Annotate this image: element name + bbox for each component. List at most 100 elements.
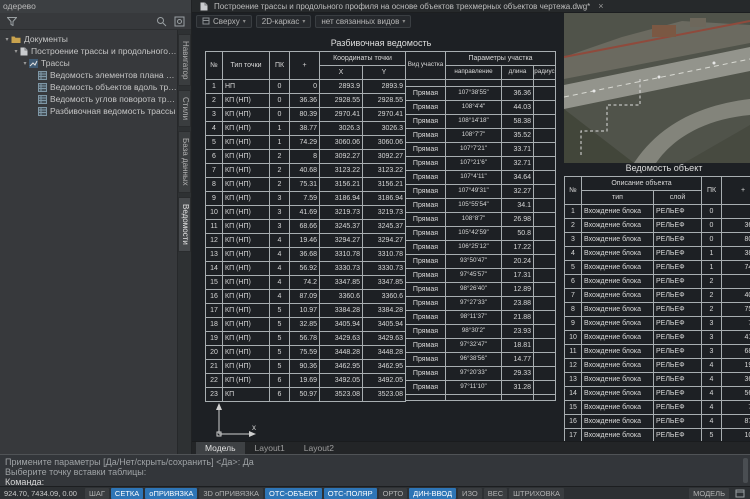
document-icon [20,47,28,56]
col-header-descr: Описание объекта [582,177,702,191]
stakeout-segment-cell: 36.36 [502,87,534,101]
stakeout-cell: КП (НП) [223,346,270,360]
model-space-button[interactable]: МОДЕЛЬ [689,488,729,499]
objects-cell: Вхождение блока [582,275,654,289]
status-toggle-8[interactable]: ИЗО [458,488,482,499]
stakeout-cell: КП (НП) [223,178,270,192]
stakeout-cell: 11 [206,220,223,234]
layout-tab-2[interactable]: Layout2 [295,442,343,454]
stakeout-segment-cell [534,157,556,171]
stakeout-segment-cell: 97°45'57" [446,269,502,283]
objects-cell: Вхождение блока [582,205,654,219]
command-history: Примените параметры [Да/Нет/скрыть/сохра… [5,457,745,477]
linked-views-label: нет связанных видов [321,17,399,26]
stakeout-cell: 23 [206,388,223,402]
layout-tab-1[interactable]: Layout1 [246,442,294,454]
objects-cell: 17 [565,429,582,441]
status-toggle-0[interactable]: ШАГ [85,488,109,499]
tree-item[interactable]: Разбивочная ведомость трассы [0,105,177,117]
tree-expand-icon[interactable]: ▾ [3,36,11,43]
tree-item[interactable]: Ведомость элементов плана трассы [0,69,177,81]
filter-icon[interactable] [5,15,18,28]
stakeout-segment-cell: Прямая [406,171,446,185]
tree-item[interactable]: Ведомость объектов вдоль трассы [0,81,177,93]
tree-item[interactable]: Ведомость углов поворота трассы [0,93,177,105]
objects-cell: 8 [722,275,750,289]
stakeout-cell: 3 [270,192,290,206]
objects-cell: РЕЛЬЕФ [654,317,702,331]
stakeout-segment-cell [534,185,556,199]
objects-cell: Вхождение блока [582,247,654,261]
stakeout-cell: 36.36 [290,94,320,108]
stakeout-cell: 5 [206,136,223,150]
stakeout-cell: 16 [206,290,223,304]
zoom-extents-icon[interactable] [173,15,186,28]
chevron-down-icon: ▾ [243,18,246,25]
stakeout-cell: 14 [206,262,223,276]
objects-cell: РЕЛЬЕФ [654,275,702,289]
stakeout-cell: 0 [270,108,290,122]
stakeout-spacer-cell [446,395,502,401]
stakeout-cell: 2 [270,178,290,192]
stakeout-segment-cell: 20.24 [502,255,534,269]
status-toggle-2[interactable]: оПРИВЯЗКА [145,488,197,499]
stakeout-cell: 75.31 [290,178,320,192]
stakeout-cell: КП (НП) [223,164,270,178]
status-toggle-4[interactable]: ОТС-ОБЪЕКТ [265,488,322,499]
layout-sheet-icon[interactable] [733,487,746,499]
vertical-tab-1[interactable]: Стили [178,90,191,127]
search-icon[interactable] [155,15,168,28]
status-toggle-3[interactable]: 3D оПРИВЯЗКА [199,488,263,499]
objects-cell: РЕЛЬЕФ [654,289,702,303]
status-toggle-5[interactable]: ОТС-ПОЛЯР [324,488,377,499]
stakeout-cell: 2928.55 [363,94,406,108]
document-tab[interactable]: Построение трассы и продольного профиля … [214,2,590,11]
tree-item[interactable]: ▾ Построение трассы и продольного про... [0,45,177,57]
objects-cell: 2 [565,219,582,233]
tree-expand-icon[interactable]: ▾ [12,48,20,55]
stakeout-cell: 2 [270,150,290,164]
status-toggle-10[interactable]: ШТРИХОВКА [509,488,564,499]
tree-expand-icon[interactable]: ▾ [21,60,29,67]
stakeout-segment-cell: Прямая [406,143,446,157]
vertical-tab-3[interactable]: Ведомости [178,197,191,252]
tree-item-label: Трассы [41,58,70,68]
stakeout-cell: КП (НП) [223,234,270,248]
stakeout-segment-cell: 17.31 [502,269,534,283]
status-toggle-6[interactable]: ОРТО [379,488,408,499]
tree-item-label: Построение трассы и продольного про... [31,46,177,56]
stakeout-cell: 2970.41 [320,108,363,122]
objects-cell: Вхождение блока [582,359,654,373]
linked-views-control[interactable]: нет связанных видов ▾ [315,15,411,28]
tree-item[interactable]: ▾Документы [0,33,177,45]
stakeout-cell: 3294.27 [320,234,363,248]
stakeout-cell: 3310.78 [320,248,363,262]
drawing-canvas[interactable]: Сверху ▾ 2D-каркас ▾ нет связанных видов… [192,13,750,441]
visual-style-control[interactable]: 2D-каркас ▾ [256,15,312,28]
status-toggle-7[interactable]: ДИН-ВВОД [409,488,456,499]
col-header-num: № [206,52,223,80]
vertical-tab-0[interactable]: Навигатор [178,34,191,86]
status-toggle-1[interactable]: СЕТКА [111,488,143,499]
objects-cell: 7 [565,289,582,303]
layout-tab-0[interactable]: Модель [196,442,245,454]
panel-body: ▾Документы▾Построение трассы и продольно… [0,30,191,454]
stakeout-cell: КП (НП) [223,318,270,332]
objects-cell: РЕЛЬЕФ [654,401,702,415]
stakeout-segment-cell: 97°27'33" [446,297,502,311]
view-direction-control[interactable]: Сверху ▾ [196,15,252,28]
vertical-tab-2[interactable]: База данных [178,131,191,193]
command-line-panel[interactable]: Примените параметры [Да/Нет/скрыть/сохра… [0,454,750,486]
close-icon[interactable]: × [598,2,603,11]
stakeout-cell: 3523.08 [363,388,406,402]
aerial-map-view [564,13,750,163]
status-toggle-9[interactable]: ВЕС [484,488,507,499]
stakeout-cell: 5 [270,332,290,346]
viewport-controls: Сверху ▾ 2D-каркас ▾ нет связанных видов… [196,15,411,28]
objects-cell: 10.97 [722,429,750,441]
objects-cell: Вхождение блока [582,289,654,303]
tree-item-label: Ведомость элементов плана трассы [50,70,177,80]
tree-item[interactable]: ▾ Трассы [0,57,177,69]
command-scrollbar[interactable] [743,458,748,483]
panel-vertical-tabs: Навигатор Стили База данных Ведомости [177,30,191,454]
